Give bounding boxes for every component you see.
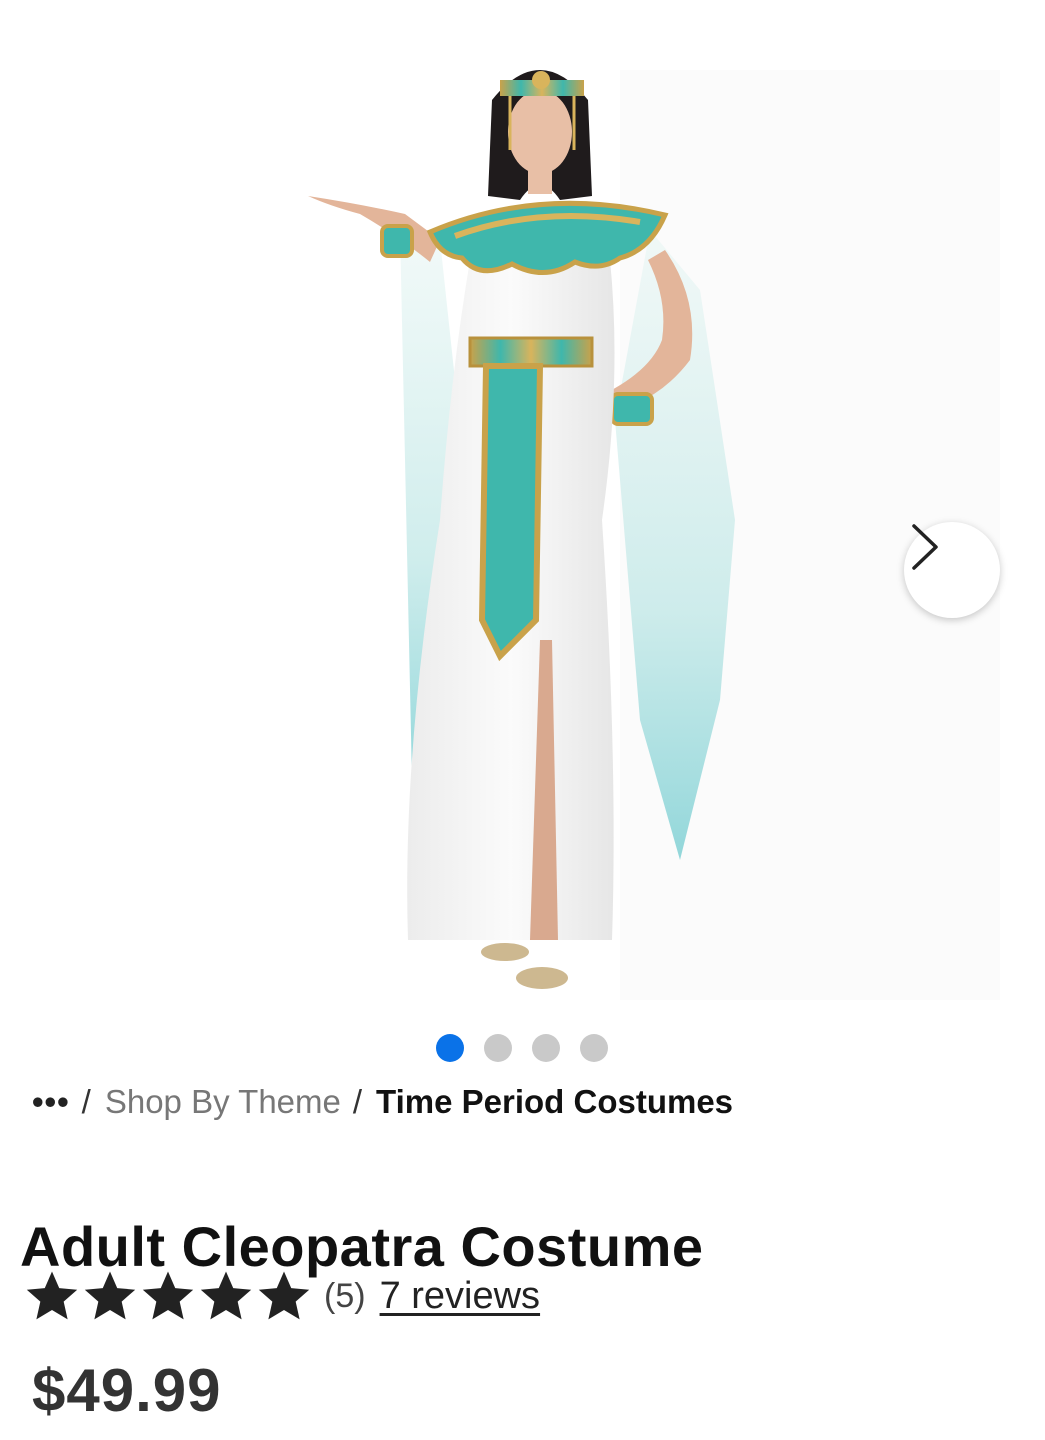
- product-image[interactable]: [0, 0, 1045, 1020]
- star-icon: [26, 1271, 78, 1320]
- star-icon: [258, 1271, 310, 1320]
- carousel-indicator: [0, 1034, 1045, 1062]
- breadcrumb-separator: /: [352, 1083, 363, 1120]
- product-rating[interactable]: (5) 7 reviews: [24, 1266, 540, 1326]
- costume-illustration: [308, 70, 1000, 1000]
- star-icon: [142, 1271, 194, 1320]
- star-icon: [200, 1271, 252, 1320]
- reviews-link[interactable]: 7 reviews: [380, 1275, 541, 1318]
- carousel-next-button[interactable]: [904, 522, 1000, 618]
- breadcrumb-item-current[interactable]: Time Period Costumes: [376, 1083, 733, 1121]
- breadcrumb-more[interactable]: •••: [32, 1083, 70, 1121]
- carousel-dot[interactable]: [436, 1034, 464, 1062]
- carousel-dot[interactable]: [484, 1034, 512, 1062]
- carousel-dot[interactable]: [532, 1034, 560, 1062]
- rating-stars: [24, 1268, 312, 1324]
- rating-count: (5): [324, 1276, 366, 1315]
- carousel-dot[interactable]: [580, 1034, 608, 1062]
- breadcrumb-item-shop-by-theme[interactable]: Shop By Theme: [105, 1083, 341, 1121]
- product-page: ••• / Shop By Theme / Time Period Costum…: [0, 0, 1045, 1440]
- chevron-right-icon: [912, 524, 938, 570]
- product-price: $49.99: [32, 1357, 222, 1424]
- breadcrumb: ••• / Shop By Theme / Time Period Costum…: [32, 1082, 733, 1122]
- breadcrumb-separator: /: [81, 1083, 91, 1120]
- star-icon: [84, 1271, 136, 1320]
